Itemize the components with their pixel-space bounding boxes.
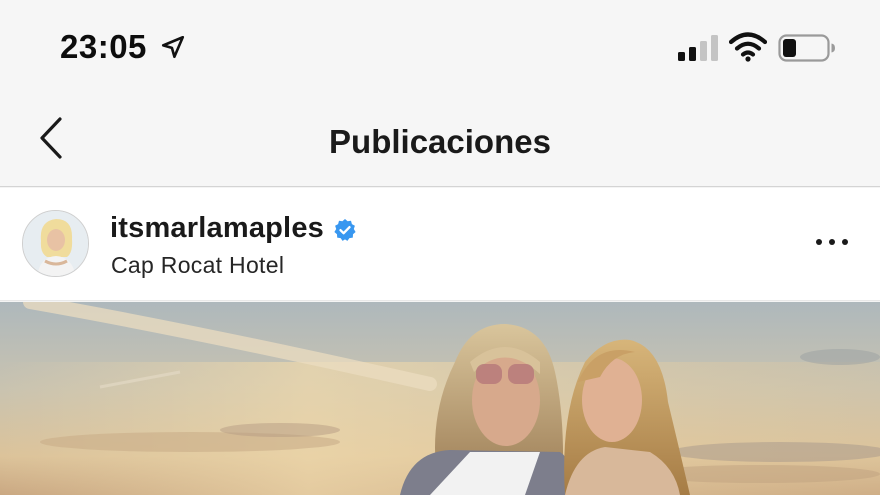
post-image[interactable]	[0, 302, 880, 495]
avatar[interactable]	[22, 210, 89, 277]
status-bar: 23:05	[0, 0, 880, 95]
page-title: Publicaciones	[329, 123, 551, 160]
location-arrow-icon	[161, 35, 185, 59]
battery-icon	[778, 34, 835, 62]
post-username[interactable]: itsmarlamaples	[110, 212, 324, 245]
username-row: itsmarlamaples	[110, 212, 357, 245]
avatar-image	[23, 211, 88, 276]
post-photo	[0, 302, 880, 495]
navigation-bar: Publicaciones	[0, 95, 880, 187]
wifi-icon	[729, 32, 767, 62]
post-location[interactable]: Cap Rocat Hotel	[111, 252, 284, 279]
verified-badge-icon	[334, 218, 356, 241]
cellular-signal-icon	[678, 35, 718, 61]
more-options-icon[interactable]	[812, 234, 852, 250]
status-time: 23:05	[60, 28, 147, 65]
post-header: itsmarlamaples Cap Rocat Hotel	[0, 188, 880, 301]
